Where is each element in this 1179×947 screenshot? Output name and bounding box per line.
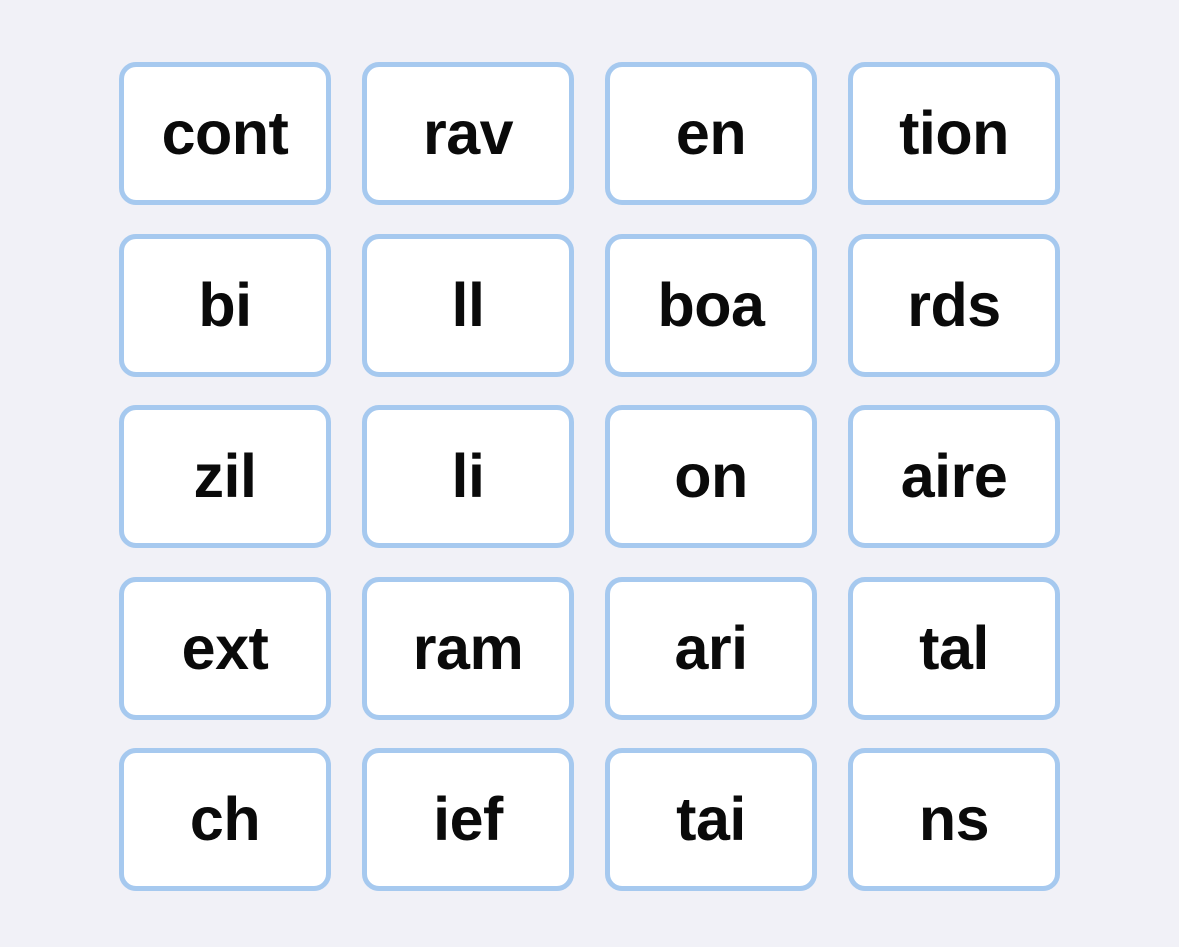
- tile-label: ch: [189, 785, 261, 853]
- tile-11[interactable]: aire: [848, 405, 1060, 548]
- tile-0[interactable]: cont: [119, 62, 331, 205]
- tile-label: ari: [674, 613, 748, 682]
- tile-7[interactable]: rds: [848, 233, 1060, 377]
- tile-label: ns: [918, 785, 990, 853]
- tile-13[interactable]: ram: [362, 576, 574, 720]
- tile-label: en: [675, 99, 747, 167]
- tile-label: bi: [198, 270, 252, 339]
- tile-3[interactable]: tion: [848, 62, 1060, 205]
- tile-12[interactable]: ext: [119, 576, 331, 720]
- word-tile-app: cont rav en tion bi ll boa rds zil li on…: [0, 0, 1179, 947]
- tile-15[interactable]: tal: [848, 576, 1060, 720]
- tile-19[interactable]: ns: [848, 748, 1060, 891]
- tile-label: tion: [899, 99, 1009, 167]
- tile-label: ll: [451, 270, 485, 339]
- tile-17[interactable]: ief: [362, 748, 574, 891]
- tile-9[interactable]: li: [362, 405, 574, 548]
- tile-label: on: [674, 442, 748, 510]
- tile-16[interactable]: ch: [119, 748, 331, 891]
- tile-label: cont: [161, 99, 289, 167]
- tile-grid: cont rav en tion bi ll boa rds zil li on…: [119, 62, 1060, 891]
- tile-label: rav: [422, 99, 514, 167]
- tile-label: tai: [676, 785, 746, 853]
- tile-label: ram: [412, 613, 524, 682]
- tile-label: boa: [657, 270, 765, 339]
- tile-1[interactable]: rav: [362, 62, 574, 205]
- tile-label: tal: [919, 613, 989, 682]
- tile-2[interactable]: en: [605, 62, 817, 205]
- tile-4[interactable]: bi: [119, 233, 331, 377]
- tile-8[interactable]: zil: [119, 405, 331, 548]
- tile-label: rds: [907, 270, 1001, 339]
- tile-label: ext: [181, 613, 269, 682]
- tile-label: li: [451, 442, 485, 510]
- tile-14[interactable]: ari: [605, 576, 817, 720]
- tile-label: aire: [900, 442, 1008, 510]
- tile-label: ief: [433, 785, 503, 853]
- tile-label: zil: [193, 442, 257, 510]
- tile-6[interactable]: boa: [605, 233, 817, 377]
- tile-5[interactable]: ll: [362, 233, 574, 377]
- tile-10[interactable]: on: [605, 405, 817, 548]
- tile-18[interactable]: tai: [605, 748, 817, 891]
